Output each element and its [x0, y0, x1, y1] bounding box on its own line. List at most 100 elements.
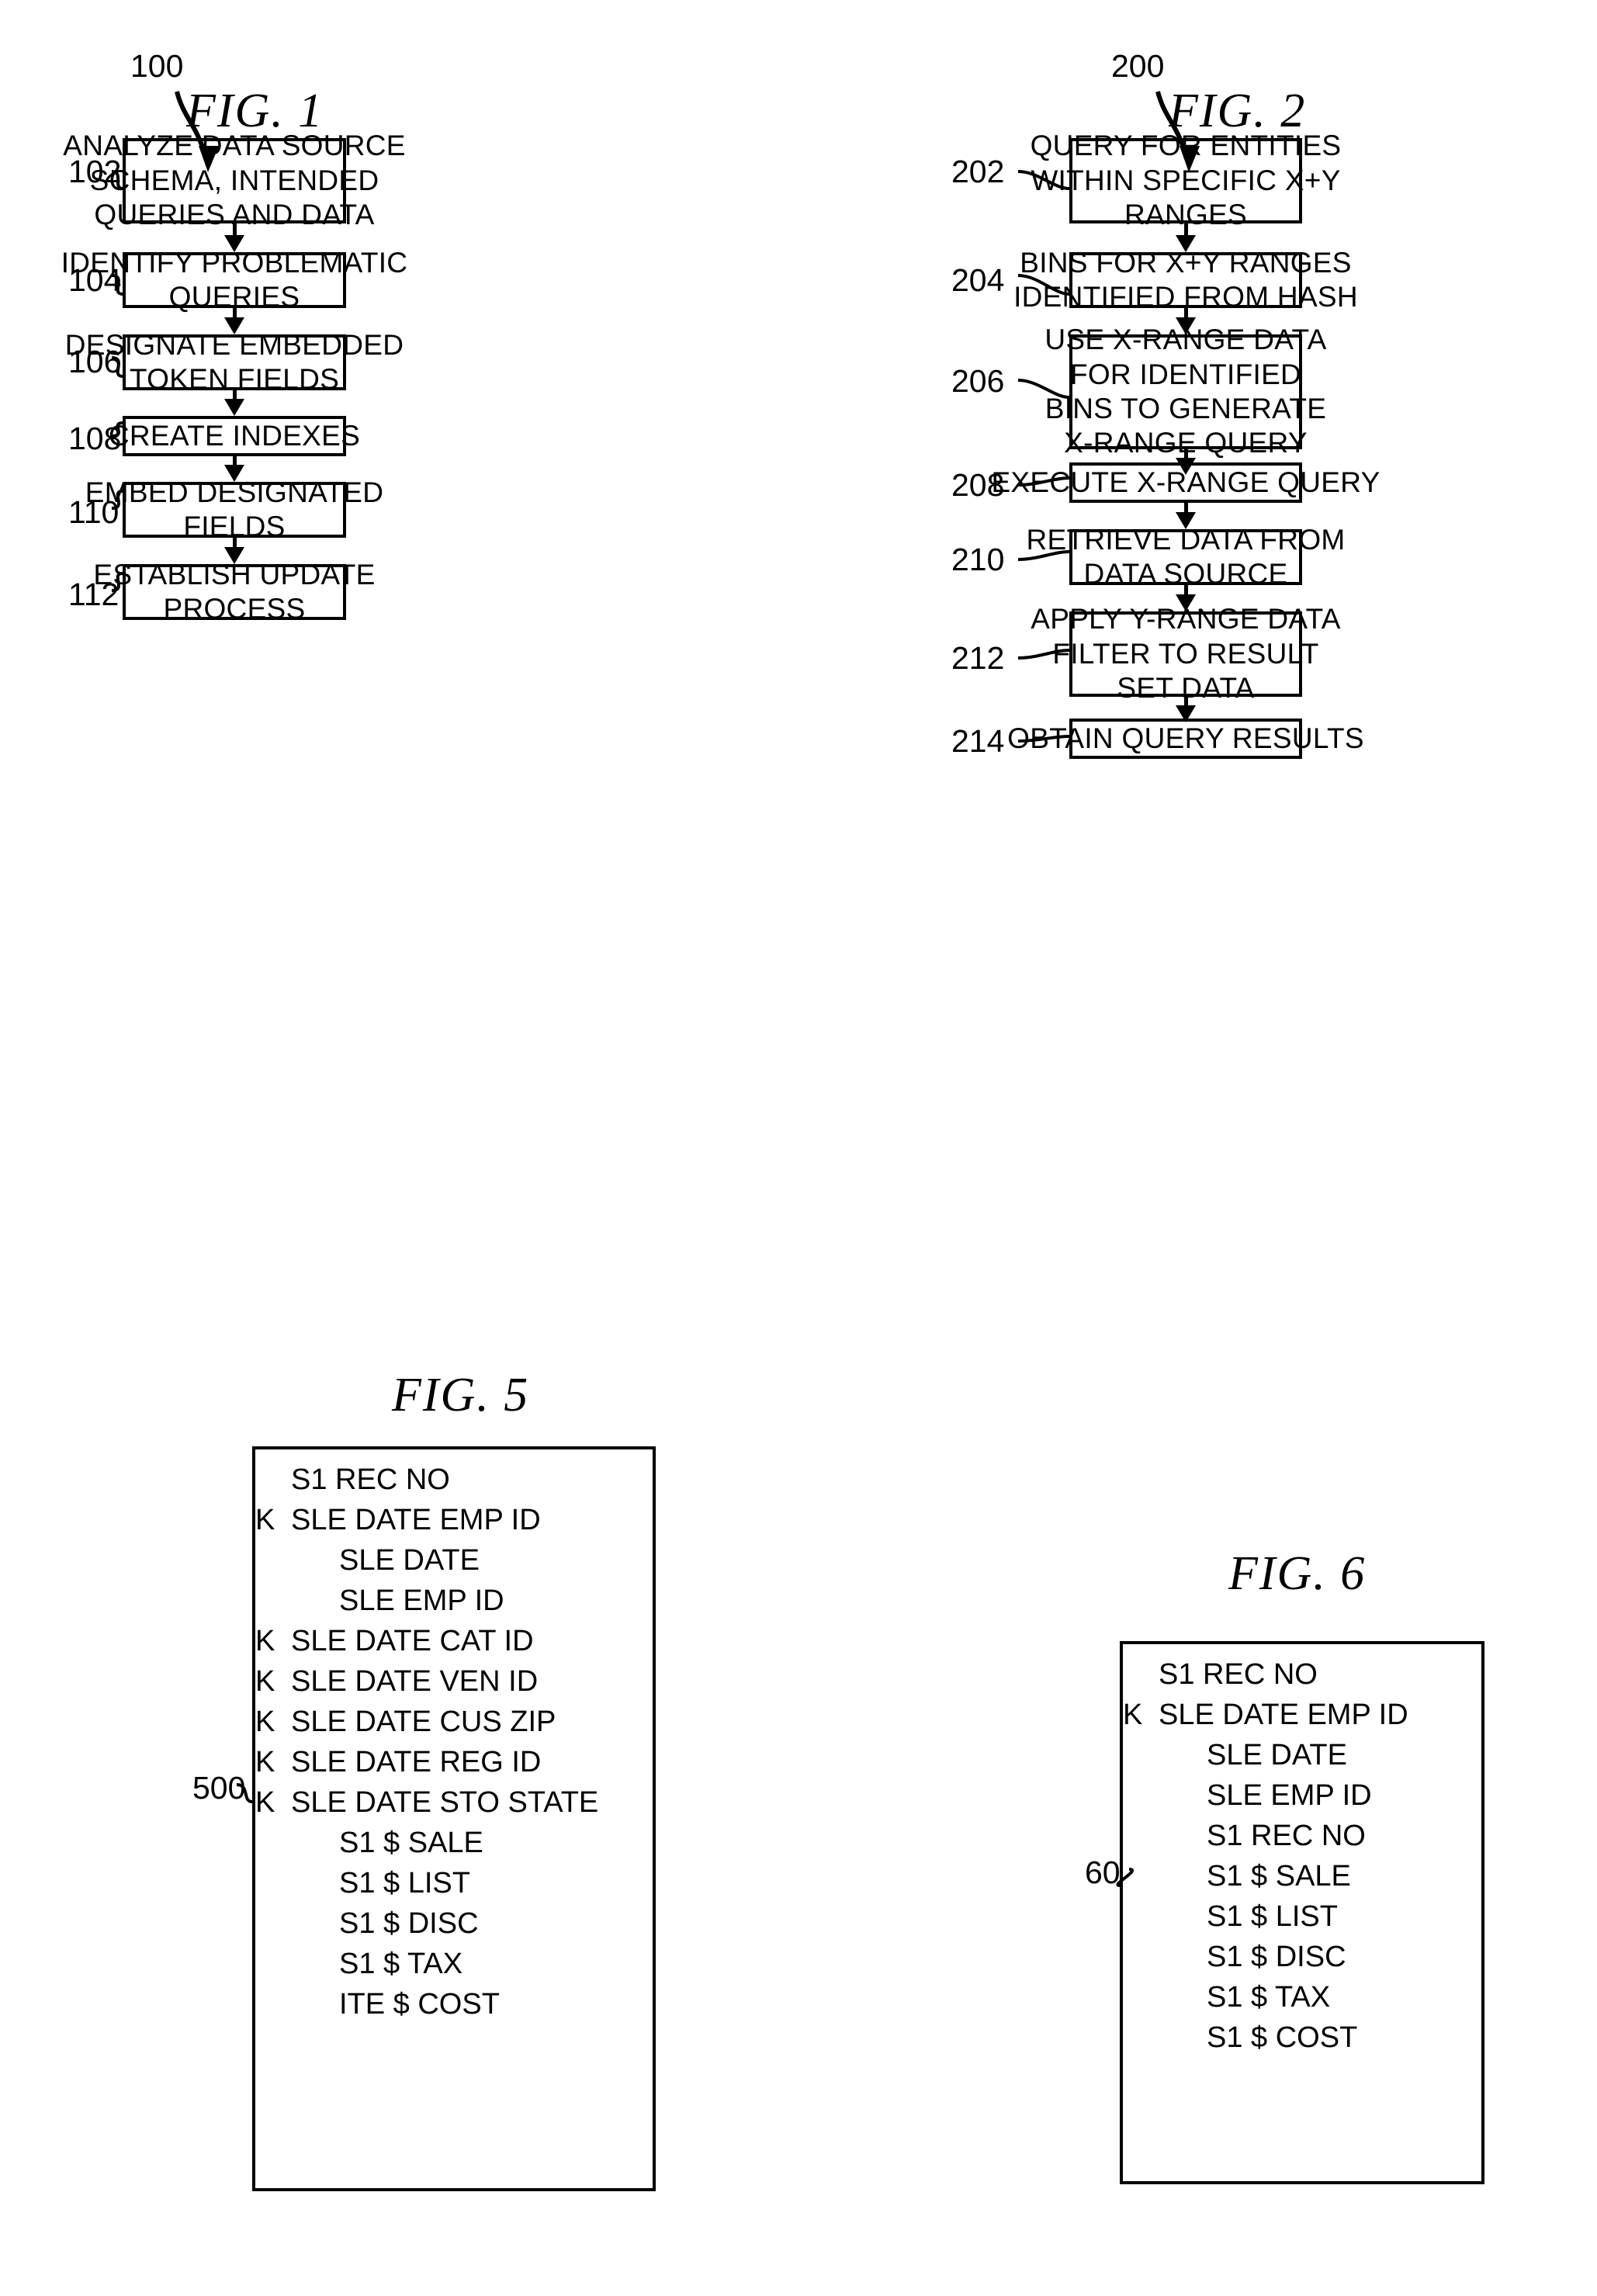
fig2-step-212-line-2: FILTER TO RESULT	[1052, 637, 1319, 670]
fig6-schema-row: S1 REC NO	[1123, 1821, 1481, 1861]
fig2-step-206-line-2: FOR IDENTIFIED	[1069, 358, 1302, 390]
fig6-schema-row: SLE DATE	[1123, 1740, 1481, 1781]
fig6-schema-key-flag: K	[1123, 1699, 1143, 1731]
fig5-schema-field-label: SLE DATE STO STATE	[291, 1786, 599, 1819]
fig2-connector-202-204	[1184, 223, 1188, 236]
fig1-arrowhead-102-104	[224, 235, 244, 252]
fig6-schema-row: S1 $ SALE	[1123, 1861, 1481, 1902]
fig1-arrowhead-110-112	[224, 547, 244, 564]
step-204-reference-numeral: 204	[951, 262, 1005, 298]
fig1-connector-102-104	[233, 223, 237, 236]
fig6-schema-field-label: S1 $ DISC	[1207, 1941, 1346, 1973]
fig1-step-box-106: DESIGNATE EMBEDDED TOKEN FIELDS	[65, 329, 404, 395]
fig6-schema-row: S1 $ TAX	[1123, 1983, 1481, 2023]
fig1-step-112-line-2: PROCESS	[163, 593, 306, 625]
fig5-schema-key-flag: K	[255, 1665, 275, 1698]
fig5-schema-field-label: SLE DATE	[339, 1544, 480, 1577]
fig1-connector-110-112	[233, 538, 237, 547]
fig1-step-box-108: CREATE INDEXES	[109, 416, 360, 456]
fig1-step-box-102: ANALYZE DATA SOURCE SCHEMA, INTENDED QUE…	[63, 130, 405, 230]
fig1-arrowhead-104-106	[224, 317, 244, 334]
fig5-schema-field-label: ITE $ COST	[339, 1988, 500, 2021]
fig2-step-box-204: BINS FOR X+Y RANGES IDENTIFIED FROM HASH	[1013, 247, 1358, 313]
fig5-schema-row: K SLE DATE CUS ZIP	[255, 1707, 653, 1747]
fig2-arrowhead-212-214	[1176, 705, 1196, 722]
fig2-step-box-202: QUERY FOR ENTITIES WITHIN SPECIFIC X+Y R…	[1031, 130, 1342, 230]
fig1-step-box-112: ESTABLISH UPDATE PROCESS	[93, 559, 375, 625]
fig5-schema-row: S1 $ SALE	[255, 1828, 653, 1868]
fig6-schema-field-label: S1 $ SALE	[1207, 1860, 1351, 1893]
fig5-schema-key-flag: K	[255, 1504, 275, 1536]
fig2-arrowhead-210-212	[1176, 594, 1196, 611]
fig6-schema-box: S1 REC NO K SLE DATE EMP ID SLE DATE SLE EMP…	[1120, 1641, 1484, 2184]
fig6-schema-field-label: S1 REC NO	[1207, 1820, 1366, 1852]
fig6-schema-field-label: SLE DATE	[1207, 1739, 1347, 1771]
fig6-schema-row: S1 REC NO	[1123, 1660, 1481, 1700]
fig2-connector-204-206	[1184, 308, 1188, 317]
fig1-connector-104-106	[233, 308, 237, 317]
fig2-step-206-line-3: BINS TO GENERATE	[1044, 393, 1327, 424]
fig2-step-202-line-1: QUERY FOR ENTITIES	[1030, 130, 1342, 162]
fig6-schema-field-label: S1 $ COST	[1207, 2021, 1358, 2054]
step-206-reference-numeral: 206	[951, 363, 1005, 399]
fig1-arrowhead-108-110	[224, 465, 244, 482]
fig5-schema-field-label: S1 $ LIST	[339, 1867, 470, 1899]
fig2-step-box-210: RETRIEVE DATA FROM DATA SOURCE	[1026, 524, 1345, 590]
fig2-step-box-214: OBTAIN QUERY RESULTS	[1007, 719, 1364, 759]
fig5-schema-row: K SLE DATE STO STATE	[255, 1788, 653, 1828]
fig2-connector-208-210	[1184, 503, 1188, 512]
fig5-schema-key-flag: K	[255, 1706, 275, 1738]
fig1-step-102-line-1: ANALYZE DATA SOURCE	[63, 130, 406, 162]
fig6-schema-row: S1 $ LIST	[1123, 1902, 1481, 1942]
fig6-schema-row: S1 $ DISC	[1123, 1942, 1481, 1983]
fig5-schema-key-flag: K	[255, 1625, 275, 1657]
fig1-step-box-110: EMBED DESIGNATED FIELDS	[85, 476, 383, 542]
fig6-schema-field-label: S1 $ TAX	[1207, 1981, 1331, 2014]
fig2-arrowhead-208-210	[1176, 512, 1196, 529]
fig2-step-box-206: USE X-RANGE DATA FOR IDENTIFIED BINS TO …	[1044, 324, 1326, 459]
step-210-reference-numeral: 210	[951, 542, 1005, 577]
fig5-schema-row: K SLE DATE VEN ID	[255, 1667, 653, 1707]
fig6-schema-field-label: SLE DATE EMP ID	[1159, 1699, 1408, 1731]
fig5-schema-key-flag: K	[255, 1746, 275, 1778]
fig5-schema-row: S1 REC NO	[255, 1465, 653, 1505]
fig5-schema-row: S1 $ DISC	[255, 1909, 653, 1949]
fig2-arrowhead-202-204	[1176, 235, 1196, 252]
fig6-schema-row: K SLE DATE EMP ID	[1123, 1700, 1481, 1740]
fig1-step-box-104: IDENTIFY PROBLEMATIC QUERIES	[61, 247, 407, 313]
figure-5-reference-numeral: 500	[192, 1770, 246, 1806]
fig2-step-202-line-2: WITHIN SPECIFIC X+Y	[1031, 164, 1341, 196]
figure-5-title: FIG. 5	[392, 1369, 530, 1422]
fig5-schema-row: ITE $ COST	[255, 1990, 653, 2030]
fig2-step-box-212: APPLY Y-RANGE DATA FILTER TO RESULT SET …	[1031, 603, 1340, 704]
fig5-schema-row: SLE DATE	[255, 1546, 653, 1586]
step-212-reference-numeral: 212	[951, 640, 1005, 676]
fig5-schema-field-label: S1 $ SALE	[339, 1827, 483, 1859]
fig5-schema-row: SLE EMP ID	[255, 1586, 653, 1626]
fig1-step-108-line-1: CREATE INDEXES	[108, 419, 361, 452]
fig5-schema-key-flag: K	[255, 1786, 275, 1819]
fig5-schema-field-label: SLE DATE CAT ID	[291, 1625, 534, 1657]
fig5-schema-row: S1 $ TAX	[255, 1949, 653, 1990]
fig5-schema-row: S1 $ LIST	[255, 1868, 653, 1909]
fig6-schema-field-label: SLE EMP ID	[1207, 1779, 1372, 1812]
fig6-schema-field-label: S1 $ LIST	[1207, 1900, 1338, 1933]
fig5-schema-box: S1 REC NO K SLE DATE EMP ID SLE DATE SLE EMP…	[252, 1446, 656, 2191]
step-214-reference-numeral: 214	[951, 723, 1005, 759]
fig1-arrowhead-106-108	[224, 399, 244, 416]
fig6-schema-field-label: S1 REC NO	[1159, 1658, 1318, 1691]
step-202-reference-numeral: 202	[951, 154, 1005, 189]
fig5-schema-field-label: S1 $ DISC	[339, 1907, 479, 1940]
fig5-schema-row: K SLE DATE REG ID	[255, 1747, 653, 1788]
figure-2-reference-numeral: 200	[1111, 48, 1165, 84]
fig5-schema-field-label: SLE EMP ID	[339, 1584, 504, 1617]
fig2-arrowhead-204-206	[1176, 317, 1196, 334]
fig5-schema-field-label: SLE DATE EMP ID	[291, 1504, 541, 1536]
fig5-schema-field-label: SLE DATE CUS ZIP	[291, 1706, 556, 1738]
fig5-schema-field-label: SLE DATE REG ID	[291, 1746, 542, 1778]
fig5-schema-field-label: SLE DATE VEN ID	[291, 1665, 539, 1698]
figure-6-title: FIG. 6	[1228, 1547, 1367, 1600]
fig6-schema-row: SLE EMP ID	[1123, 1781, 1481, 1821]
fig2-arrowhead-206-208	[1176, 458, 1196, 475]
fig5-schema-field-label: S1 $ TAX	[339, 1948, 463, 1980]
